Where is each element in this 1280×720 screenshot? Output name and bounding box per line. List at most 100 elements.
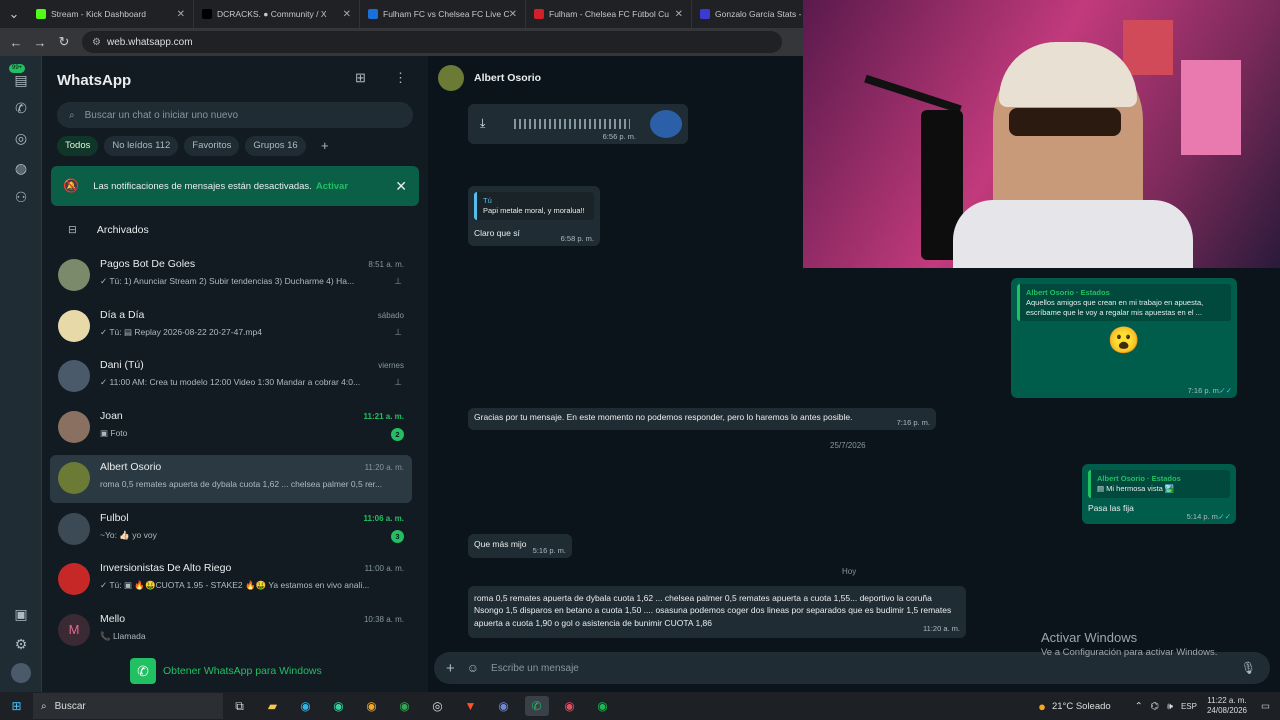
archived-label: Archivados (96, 224, 149, 236)
chat-time: 11:20 a. m. (364, 462, 404, 472)
tab-close-icon[interactable]: ✕ (343, 9, 351, 20)
tab-close-icon[interactable]: ✕ (509, 9, 517, 20)
reply-message[interactable]: Tú Papi metale moral, y moralua!! Claro … (468, 186, 600, 246)
app-icon[interactable]: ◉ (558, 696, 582, 716)
contact-avatar[interactable] (438, 65, 464, 91)
browser-tab[interactable]: Stream - Kick Dashboard ✕ (28, 0, 194, 28)
status-reply-message[interactable]: Albert Osorio · Estados Aquellos amigos … (1011, 278, 1237, 398)
communities-icon[interactable]: ⚇ (11, 187, 31, 207)
quoted-status[interactable]: Albert Osorio · Estados ▤ Mi hermosa vis… (1088, 470, 1230, 498)
quoted-status[interactable]: Albert Osorio · Estados Aquellos amigos … (1017, 284, 1231, 322)
chrome-canary-icon[interactable]: ◉ (360, 696, 384, 716)
shirt (953, 200, 1193, 268)
chat-name: Joan (100, 410, 123, 423)
get-whatsapp-windows-link[interactable]: ✆ Obtener WhatsApp para Windows (130, 658, 322, 684)
reload-icon[interactable]: ↻ (52, 34, 76, 50)
whatsapp-taskbar-icon[interactable]: ✆ (524, 696, 549, 716)
notification-text: Las notificaciones de mensajes están des… (93, 180, 312, 192)
obs-icon[interactable]: ◎ (426, 696, 450, 716)
close-icon[interactable]: ✕ (395, 178, 407, 195)
chat-row[interactable]: Dani (Tú) viernes ✓ 11:00 AM: Crea tu mode… (50, 353, 412, 401)
filter-chip[interactable]: Grupos 16 (245, 136, 306, 156)
search-input[interactable]: ⌕ Buscar un chat o iniciar uno nuevo (57, 102, 413, 128)
tab-close-icon[interactable]: ✕ (177, 9, 185, 20)
edge-beta-icon[interactable]: ◉ (327, 696, 351, 716)
edge-icon[interactable]: ◉ (294, 696, 318, 716)
archived-row[interactable]: ⊟ Archivados (42, 218, 426, 242)
search-icon: ⌕ (69, 109, 75, 121)
back-icon[interactable]: ← (4, 35, 28, 50)
file-explorer-icon[interactable]: ▰ (261, 696, 285, 716)
activate-notifications-link[interactable]: Activar (316, 181, 348, 192)
chat-row[interactable]: M Mello 10:38 a. m. 📞 Llamada (50, 607, 412, 655)
message-time: 7:16 p. m. (896, 418, 930, 427)
activate-windows-watermark: Activar Windows Ve a Configuración para … (1041, 630, 1217, 658)
taskbar-search[interactable]: ⌕ Buscar (33, 693, 223, 719)
browser-tab[interactable]: Fulham FC vs Chelsea FC Live C ✕ (360, 0, 526, 28)
poster (1123, 20, 1173, 75)
language-indicator[interactable]: ESP (1181, 702, 1197, 711)
status-reply-message[interactable]: Albert Osorio · Estados ▤ Mi hermosa vis… (1082, 464, 1236, 524)
forward-icon[interactable]: → (28, 35, 52, 50)
quote-text: ▤ Mi hermosa vista 🏞️ (1097, 483, 1175, 493)
browser-tab[interactable]: DCRACKS. ● Community / X ✕ (194, 0, 360, 28)
volume-icon[interactable]: 🕪 (1167, 701, 1173, 712)
emoji-icon[interactable]: ☺ (467, 661, 479, 675)
incoming-message[interactable]: Que más mijo 5:16 p. m. (468, 534, 572, 558)
filter-chip[interactable]: Favoritos (184, 136, 240, 156)
chat-preview: ✓ 11:00 AM: Crea tu modelo 12:00 Video 1… (100, 377, 361, 388)
brave-icon[interactable]: ▼ (459, 696, 483, 716)
menu-icon[interactable]: ⋮ (394, 70, 407, 86)
task-view-icon[interactable]: ⧉ (228, 696, 252, 716)
add-filter-icon[interactable]: + (321, 138, 329, 153)
chat-preview: ✓ Tú: ▤ Replay 2026-08-22 20-27-47.mp4 (100, 326, 262, 337)
status-icon[interactable]: ◎ (11, 128, 31, 148)
tab-list-icon[interactable]: ⌄ (0, 6, 28, 22)
filter-chip[interactable]: Todos (57, 136, 99, 156)
site-info-icon[interactable]: ⚙ (92, 37, 101, 48)
calls-icon[interactable]: ✆ (11, 98, 31, 118)
channels-icon[interactable]: ◍ (11, 158, 31, 178)
url-field[interactable]: ⚙ web.whatsapp.com (82, 31, 782, 53)
settings-icon[interactable]: ⚙ (11, 634, 31, 654)
pin-icon: ⊥ (394, 276, 402, 286)
clock[interactable]: 11:22 a. m. 24/08/2026 (1207, 696, 1247, 715)
chrome-icon[interactable]: ◉ (393, 696, 417, 716)
tray-chevron-icon[interactable]: ⌃ (1135, 701, 1143, 712)
incoming-message[interactable]: roma 0,5 remates apuerta de dybala cuota… (468, 586, 966, 638)
quoted-message[interactable]: Tú Papi metale moral, y moralua!! (474, 192, 594, 220)
download-icon[interactable]: ⤓ (480, 116, 485, 131)
voice-message[interactable]: ⤓ 6:56 p. m. (468, 104, 688, 144)
windows-start-icon[interactable]: ⊞ (5, 696, 29, 716)
notifications-icon[interactable]: ▭ (1261, 701, 1270, 712)
tab-close-icon[interactable]: ✕ (675, 9, 683, 20)
chat-row[interactable]: Día a Día sábado ✓ Tú: ▤ Replay 2026-08-22… (50, 303, 412, 351)
weather-icon: ● (1038, 698, 1046, 714)
chats-icon[interactable]: ▤ 99+ (9, 64, 31, 90)
profile-avatar[interactable] (11, 663, 31, 683)
chat-row[interactable]: Pagos Bot De Goles 8:51 a. m. ✓ Tú: 1) Anu… (50, 252, 412, 300)
chat-row[interactable]: Joan 11:21 a. m. ▣ Foto 2 (50, 404, 412, 452)
auto-reply-message[interactable]: Gracias por tu mensaje. En este momento … (468, 408, 936, 430)
browser-tab[interactable]: Fulham - Chelsea FC Fútbol Cu ✕ (526, 0, 692, 28)
new-chat-icon[interactable]: ⊞ (355, 70, 366, 86)
media-icon[interactable]: ▣ (11, 604, 31, 624)
clock-date: 24/08/2026 (1206, 706, 1248, 715)
attach-icon[interactable]: + (446, 660, 455, 677)
weather-text[interactable]: 21°C Soleado (1052, 701, 1111, 712)
microphone-icon[interactable]: 🎙 (1241, 661, 1256, 675)
message-input[interactable]: Escribe un mensaje (491, 663, 579, 674)
message-time: 7:16 p. m. (1187, 386, 1221, 395)
chat-row[interactable]: Albert Osorio 11:20 a. m. roma 0,5 remates… (50, 454, 412, 503)
chat-row[interactable]: Inversionistas De Alto Riego 11:00 a. m. ✓… (50, 556, 412, 604)
chat-avatar (58, 360, 90, 393)
message-time: 6:56 p. m. (602, 132, 636, 141)
spotify-icon[interactable]: ◉ (591, 696, 615, 716)
chat-avatar (58, 461, 90, 494)
network-icon[interactable]: ⌬ (1151, 701, 1159, 712)
filter-chip[interactable]: No leídos 112 (104, 136, 179, 156)
discord-icon[interactable]: ◉ (492, 696, 516, 716)
tab-favicon-icon (700, 9, 710, 19)
chat-row[interactable]: Fulbol 11:06 a. m. ~Yo: 👍🏻 yo voy 3 (50, 506, 412, 554)
quote-text: Papi metale moral, y moralua!! (483, 205, 585, 215)
